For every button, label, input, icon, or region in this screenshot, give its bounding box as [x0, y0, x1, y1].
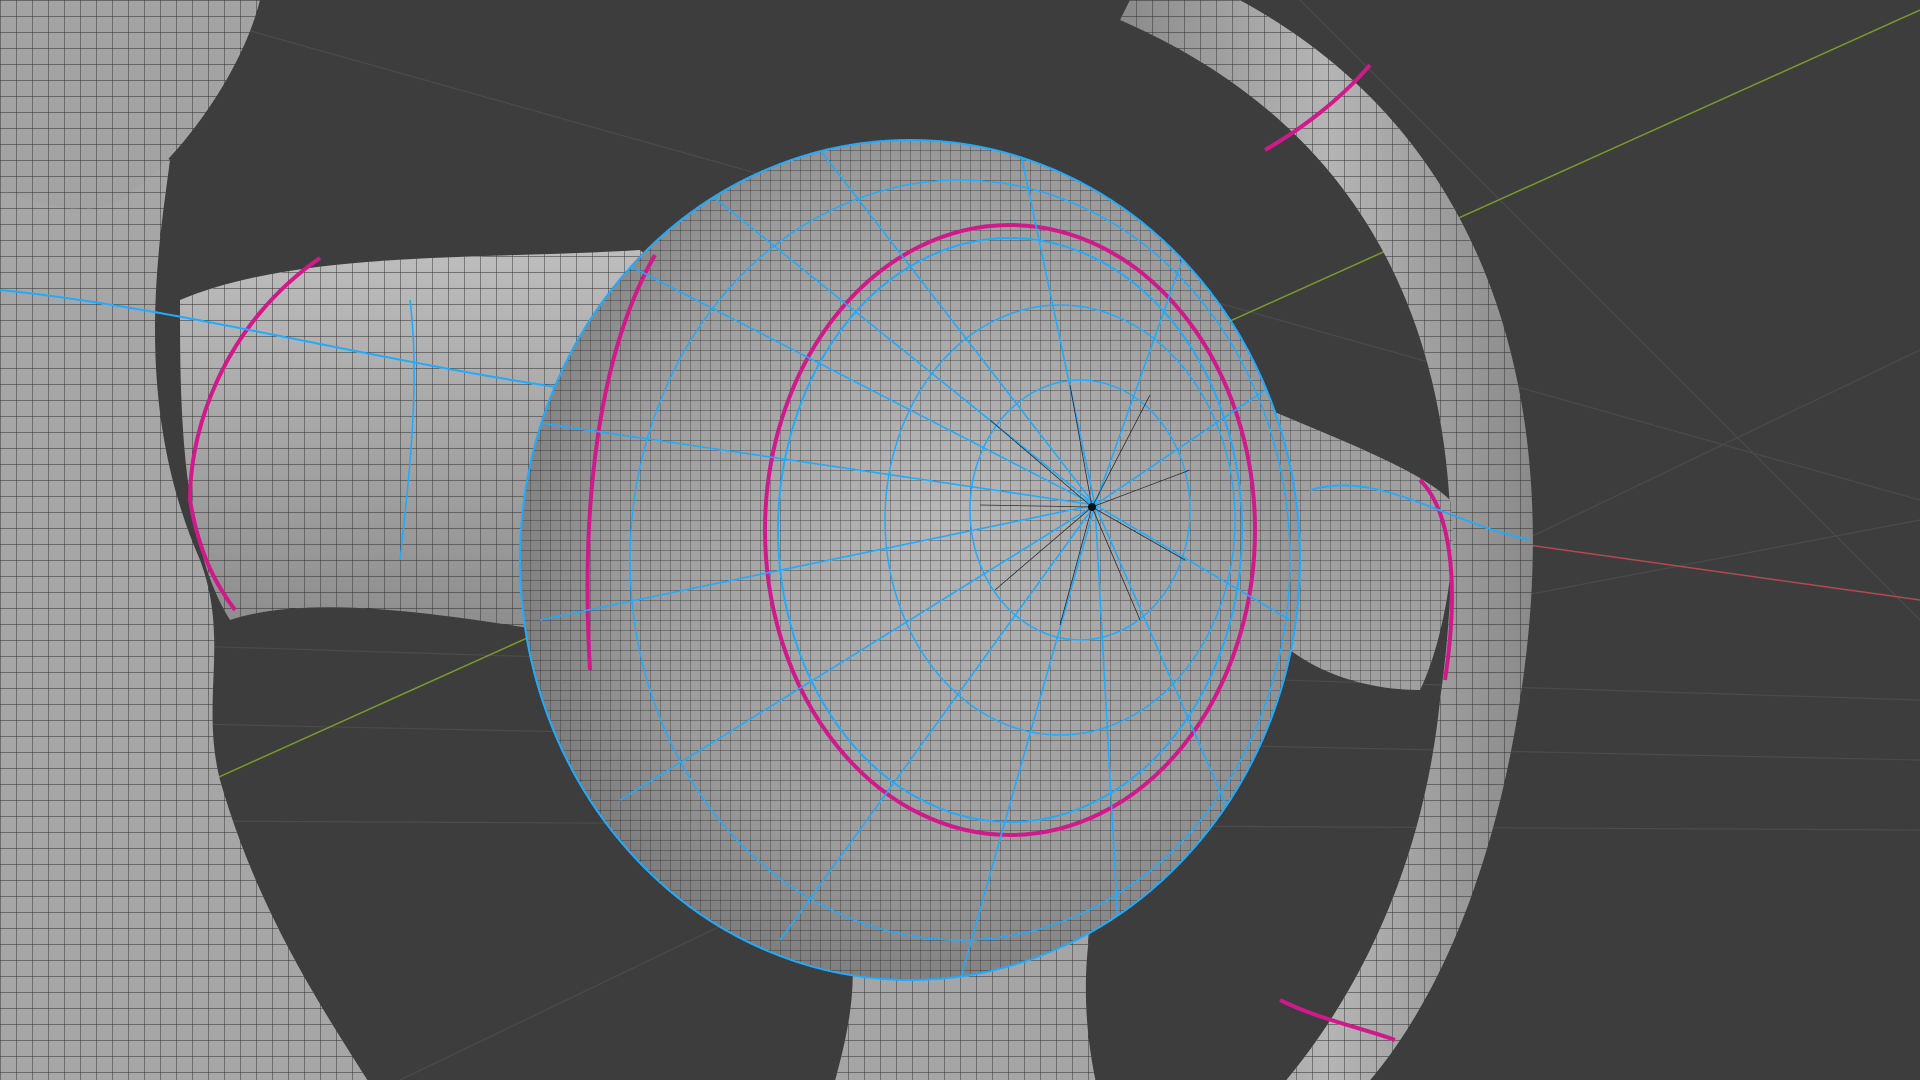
3d-viewport[interactable] [0, 0, 1920, 1080]
viewport-scene[interactable] [0, 0, 1920, 1080]
steering-hub[interactable] [519, 139, 1301, 981]
